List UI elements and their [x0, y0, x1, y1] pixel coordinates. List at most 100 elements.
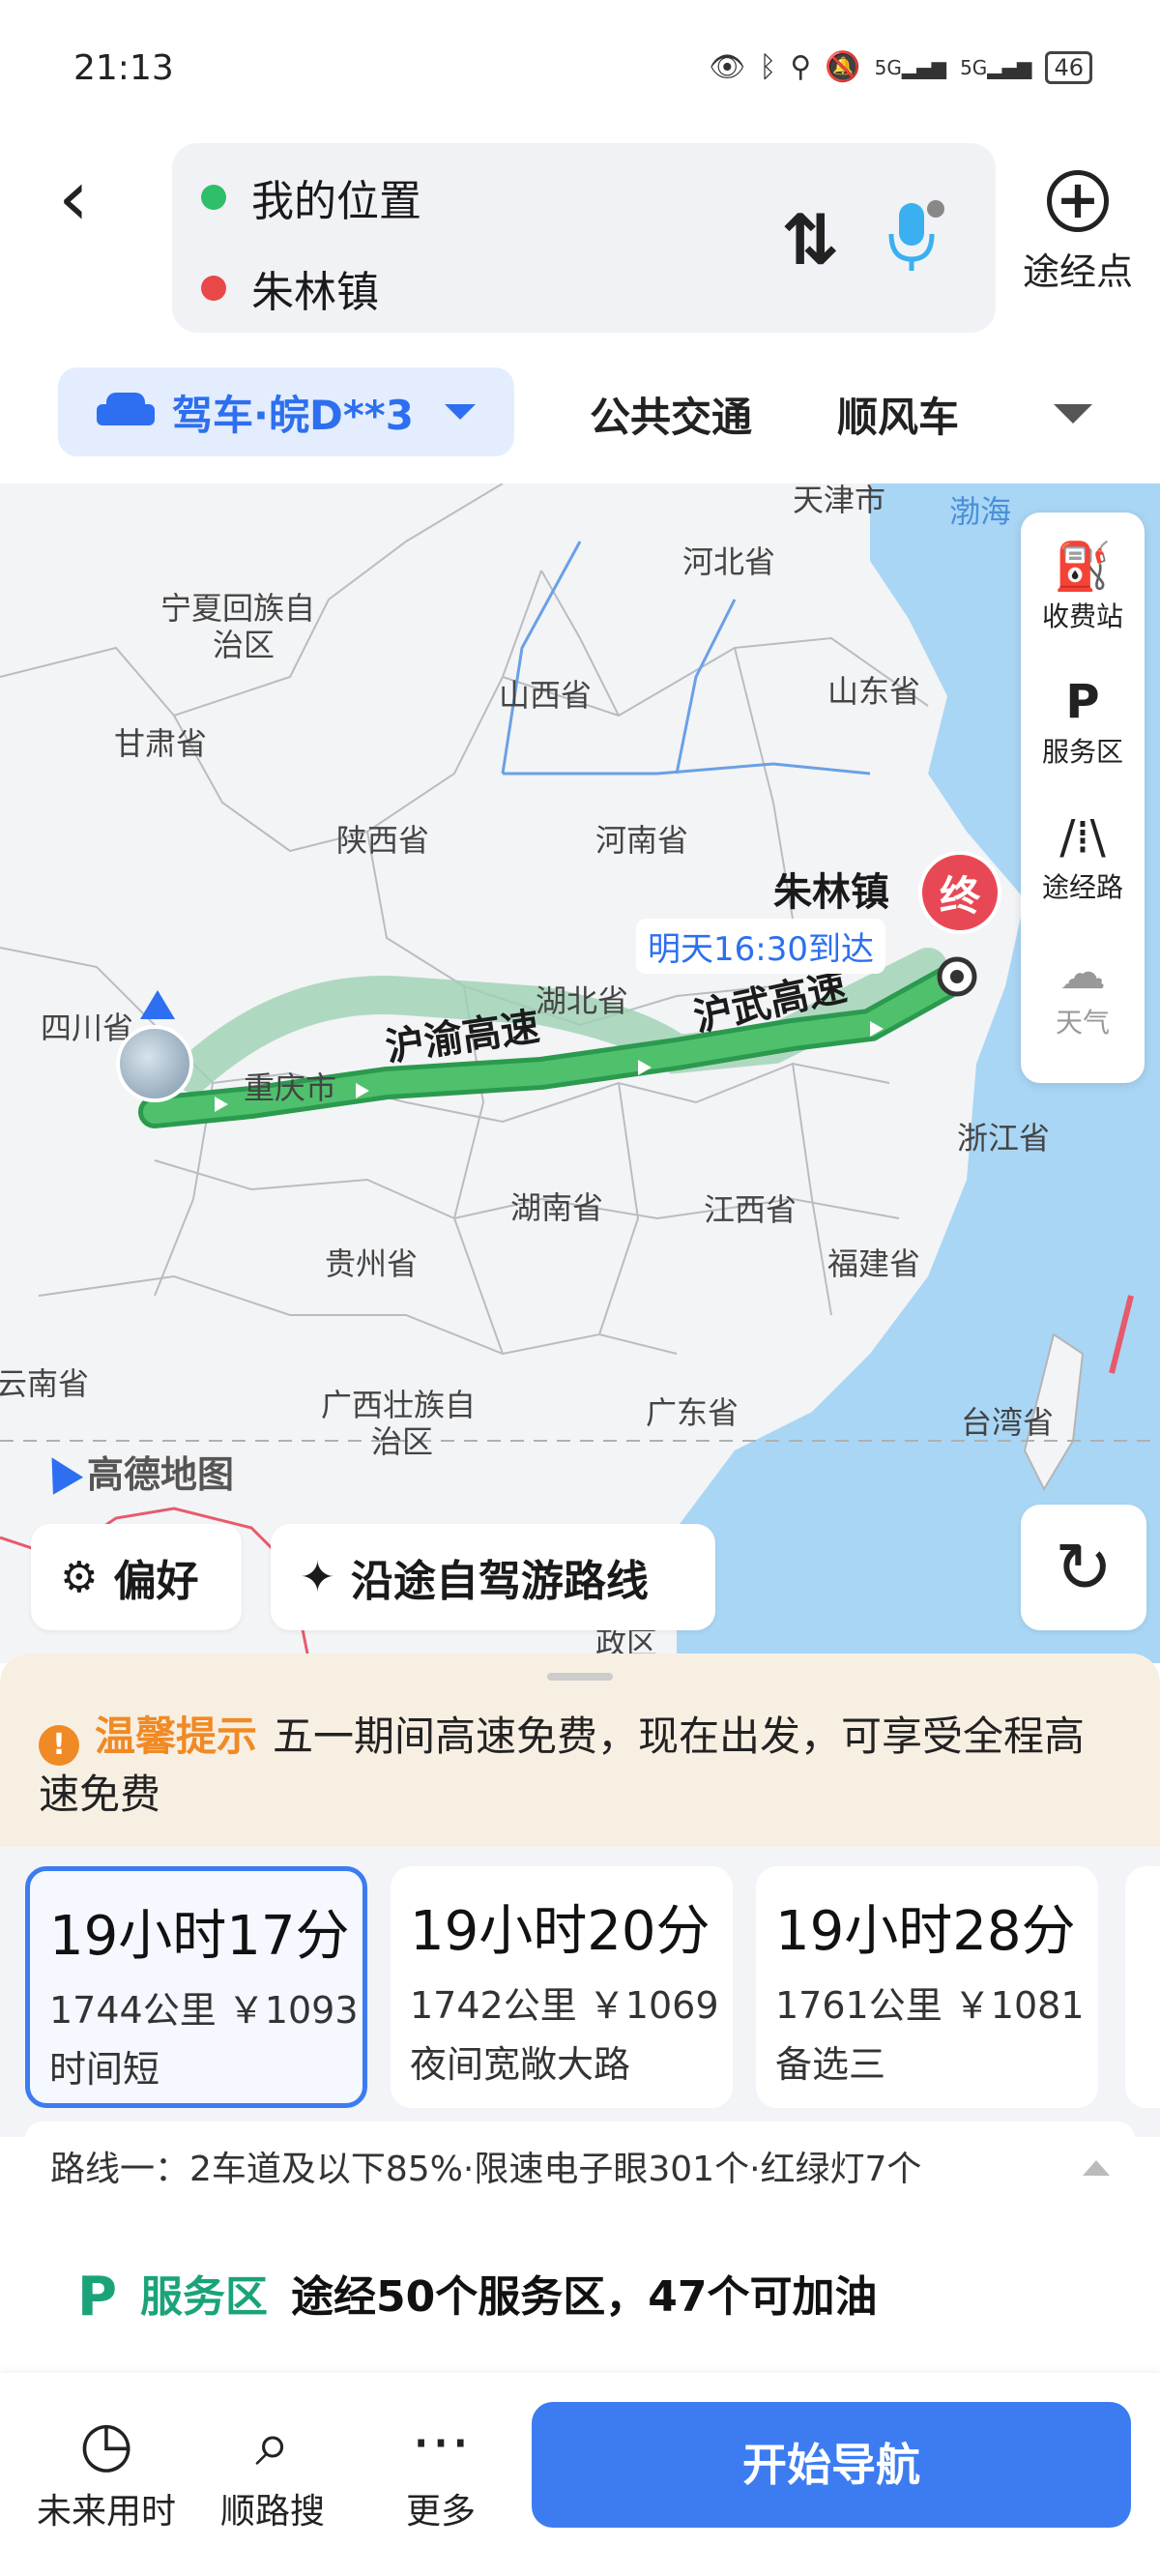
more-button[interactable]: ··· 更多 [354, 2406, 528, 2533]
route-detail-row[interactable]: 路线一：2车道及以下85%·限速电子眼301个·红绿灯7个 [25, 2122, 1135, 2218]
refresh-icon[interactable]: ↻ [1021, 1505, 1146, 1630]
tab-drive-label: 驾车·皖D**3 [172, 391, 414, 439]
eye-icon: 👁 [709, 50, 746, 84]
add-waypoint-button[interactable]: + 途经点 [1015, 170, 1141, 295]
weather-label: 天气 [1055, 1007, 1110, 1039]
start-navigation-button[interactable]: 开始导航 [532, 2402, 1131, 2528]
map-label: 甘肃省 [114, 725, 208, 762]
map-label: 湖北省 [536, 982, 629, 1019]
end-location-label: 朱林镇 [251, 268, 379, 317]
weather-icon: ☁ [1059, 946, 1106, 1000]
logo-text: 高德地图 [87, 1453, 235, 1496]
map-view[interactable]: 天津市 渤海 河北省 宁夏回族自 治区 山西省 山东省 甘肃省 陕西省 河南省 … [0, 483, 1160, 1663]
plus-icon: + [1047, 170, 1109, 232]
more-modes-icon[interactable] [1054, 404, 1092, 424]
start-location-field[interactable]: 我的位置 [201, 166, 421, 228]
future-time-label: 未来用时 [36, 2492, 176, 2532]
preference-button[interactable]: ⚙ 偏好 [31, 1524, 242, 1630]
map-label: 河南省 [595, 822, 689, 859]
map-label: 江西省 [704, 1191, 798, 1228]
car-icon [97, 393, 155, 431]
route-road-label: 途经路 [1041, 871, 1123, 903]
along-search-button[interactable]: ⌕ 顺路搜 [186, 2406, 360, 2533]
route-detail-text: 路线一：2车道及以下85%·限速电子眼301个·红绿灯7个 [50, 2150, 922, 2189]
map-label: 治区 [213, 627, 276, 663]
back-button[interactable]: ‹ [58, 155, 135, 242]
notice-tag: 温馨提示 [95, 1712, 258, 1760]
signal-icon-2: 5G▂▄▆ [960, 55, 1032, 79]
toll-station-label: 收费站 [1041, 600, 1123, 632]
future-time-button[interactable]: ◷ 未来用时 [19, 2406, 193, 2533]
toll-station-button[interactable]: ⛽ 收费站 [1021, 538, 1145, 634]
route-distance-cost: 1742公里 ￥1069 [410, 1984, 719, 2027]
map-label: 渤海 [949, 493, 1012, 530]
avatar[interactable] [116, 1025, 193, 1102]
map-label: 重庆市 [244, 1069, 337, 1106]
status-icons: 👁 ᛒ ⚲ 🔕 5G▂▄▆ 5G▂▄▆ 46 [709, 50, 1092, 84]
swap-icon[interactable]: ⇅ [781, 199, 839, 280]
map-label: 云南省 [0, 1365, 90, 1402]
map-label: 四川省 [41, 1010, 134, 1046]
map-label: 天津市 [793, 483, 886, 518]
more-label: 更多 [405, 2492, 476, 2532]
chevron-up-icon [1083, 2160, 1110, 2176]
mute-icon: 🔕 [825, 50, 861, 84]
map-label: 浙江省 [957, 1120, 1051, 1156]
service-area-button[interactable]: P 服务区 [1021, 673, 1145, 770]
service-area-icon: P [1065, 675, 1100, 729]
location-icon: ⚲ [790, 50, 812, 84]
route-type: 夜间宽敞大路 [410, 2043, 631, 2086]
chevron-down-icon [444, 404, 476, 420]
logo-arrow-icon [36, 1448, 84, 1495]
route-road-icon: /⁞\ [1059, 810, 1106, 864]
tab-transit[interactable]: 公共交通 [590, 385, 752, 444]
route-card-4-partial[interactable] [1125, 1866, 1160, 2108]
sheet-handle[interactable] [547, 1673, 613, 1681]
route-sheet: ! 温馨提示 五一期间高速免费，现在出发，可享受全程高速免费 19小时17分 174… [0, 1654, 1160, 2373]
tab-drive[interactable]: 驾车·皖D**3 [58, 367, 514, 456]
road-trip-button[interactable]: ✦ 沿途自驾游路线 [271, 1524, 715, 1630]
service-text: 途经50个服务区，47个可加油 [291, 2272, 878, 2322]
route-type: 时间短 [49, 2048, 160, 2091]
transport-mode-tabs: 驾车·皖D**3 公共交通 顺风车 [0, 367, 1160, 456]
route-road-button[interactable]: /⁞\ 途经路 [1021, 808, 1145, 905]
route-input-box: 我的位置 朱林镇 ⇅ [172, 143, 996, 333]
preference-label: 偏好 [113, 1557, 199, 1606]
end-location-field[interactable]: 朱林镇 [201, 257, 379, 319]
start-dot-icon [201, 185, 226, 210]
route-card-1[interactable]: 19小时17分 1744公里 ￥1093 时间短 [25, 1866, 367, 2108]
map-label: 台湾省 [961, 1404, 1055, 1441]
eta-label: 明天16:30到达 [636, 919, 885, 974]
waypoint-label: 途经点 [1022, 250, 1133, 293]
route-type: 备选三 [775, 2043, 886, 2086]
route-duration: 19小时28分 [775, 1900, 1076, 1963]
route-card-3[interactable]: 19小时28分 1761公里 ￥1081 备选三 [756, 1866, 1098, 2108]
status-time: 21:13 [73, 48, 174, 88]
route-distance-cost: 1744公里 ￥1093 [49, 1989, 359, 2032]
map-label: 山东省 [827, 673, 921, 710]
route-distance-cost: 1761公里 ￥1081 [775, 1984, 1085, 2027]
notice-banner: ! 温馨提示 五一期间高速免费，现在出发，可享受全程高速免费 [0, 1654, 1160, 1847]
service-area-row[interactable]: P 服务区 途经50个服务区，47个可加油 [25, 2243, 1135, 2373]
route-options: 19小时17分 1744公里 ￥1093 时间短 19小时20分 1742公里 … [0, 1847, 1160, 2137]
weather-button[interactable]: ☁ 天气 [1021, 944, 1145, 1040]
route-card-2[interactable]: 19小时20分 1742公里 ￥1069 夜间宽敞大路 [391, 1866, 733, 2108]
map-tools-panel: ⛽ 收费站 P 服务区 /⁞\ 途经路 ☁ 天气 [1021, 512, 1145, 1083]
destination-label: 朱林镇 [773, 870, 889, 915]
bluetooth-icon: ᛒ [759, 50, 777, 84]
map-label: 河北省 [682, 543, 776, 580]
status-bar: 21:13 👁 ᛒ ⚲ 🔕 5G▂▄▆ 5G▂▄▆ 46 [0, 0, 1160, 135]
start-location-label: 我的位置 [251, 177, 421, 226]
heading-arrow-icon [140, 990, 175, 1019]
parking-icon: P [77, 2266, 118, 2328]
clock-icon: ◷ [79, 2409, 133, 2480]
end-dot-icon [201, 276, 226, 301]
road-trip-label: 沿途自驾游路线 [350, 1557, 649, 1606]
end-marker-icon[interactable]: 终 [918, 851, 1001, 934]
map-label: 山西省 [499, 677, 593, 714]
map-label: 湖南省 [510, 1189, 604, 1226]
amap-logo: 高德地图 [36, 1445, 235, 1498]
tab-carpool[interactable]: 顺风车 [837, 385, 959, 444]
microphone-icon[interactable] [887, 199, 945, 277]
battery-icon: 46 [1045, 50, 1092, 84]
